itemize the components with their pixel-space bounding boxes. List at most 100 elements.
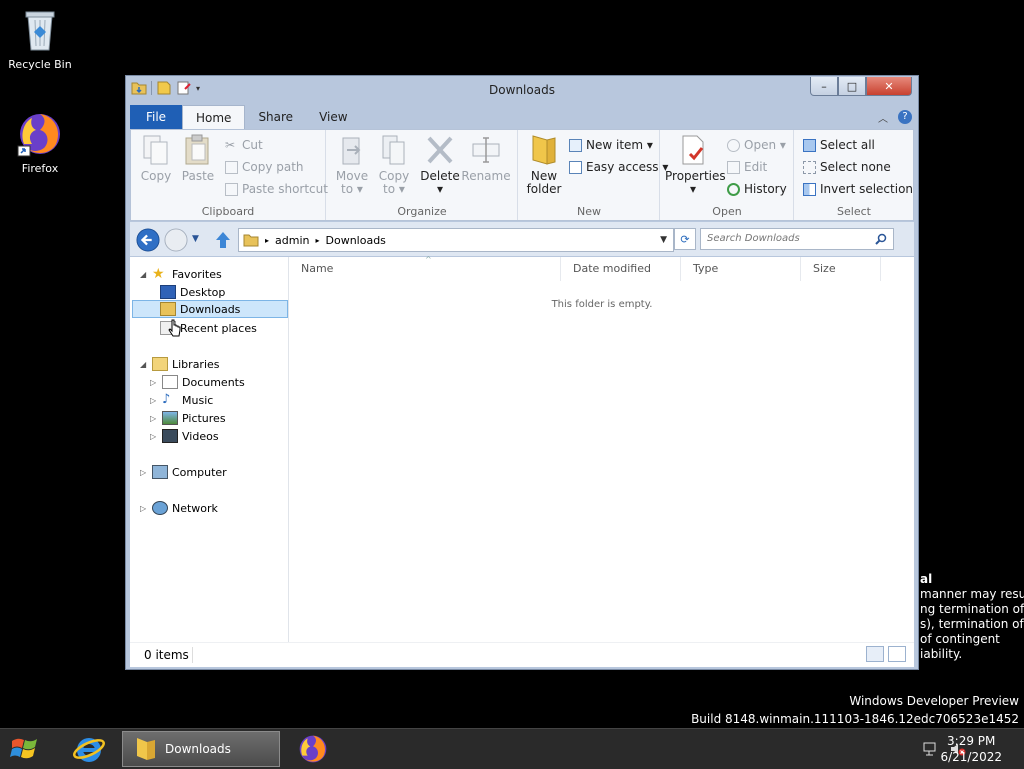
- nav-music[interactable]: ▷ ♪ Music: [150, 391, 213, 409]
- collapse-triangle-icon[interactable]: ◢: [140, 360, 148, 369]
- title-bar[interactable]: ▾ Downloads – □ ✕: [126, 76, 918, 104]
- column-size[interactable]: Size: [801, 257, 881, 281]
- nav-computer[interactable]: ▷ Computer: [140, 463, 227, 481]
- up-arrow-icon[interactable]: [214, 230, 232, 250]
- taskbar: Downloads 3:29 PM 6/21/2022: [0, 728, 1024, 769]
- nav-desktop[interactable]: Desktop: [160, 283, 225, 301]
- new-item-label: New item ▾: [586, 138, 653, 152]
- content-area: ◢ ★ Favorites Desktop Downloads Recent p…: [130, 255, 914, 642]
- tab-home[interactable]: Home: [182, 105, 246, 129]
- search-input[interactable]: Search Downloads: [700, 228, 894, 250]
- open-button[interactable]: Open ▾: [727, 138, 786, 152]
- recycle-bin-shortcut[interactable]: Recycle Bin: [0, 6, 80, 71]
- rename-button[interactable]: Rename: [461, 134, 511, 183]
- copy-button[interactable]: Copy: [135, 134, 177, 183]
- watermark-line: Windows Developer Preview: [849, 694, 1019, 708]
- help-icon[interactable]: ?: [898, 110, 912, 124]
- copy-path-label: Copy path: [242, 160, 304, 174]
- navigation-bar: ▼ ▸ admin ▸ Downloads ▼ ⟳ Search Downloa…: [130, 222, 914, 256]
- edit-button[interactable]: Edit: [727, 160, 767, 174]
- properties-button[interactable]: Properties ▾: [665, 134, 726, 196]
- ribbon: Copy Paste ✂ Cut Copy path Paste shortcu…: [130, 129, 914, 221]
- tab-share[interactable]: Share: [245, 105, 306, 129]
- new-item-icon: [569, 138, 582, 152]
- invert-selection-icon: [803, 182, 816, 196]
- minimize-button[interactable]: –: [810, 77, 838, 96]
- recycle-bin-label: Recycle Bin: [8, 58, 72, 71]
- explorer-window: ▾ Downloads – □ ✕ File Home Share View ︿…: [125, 75, 919, 670]
- expand-triangle-icon[interactable]: ▷: [150, 414, 158, 423]
- expand-triangle-icon[interactable]: ▷: [150, 432, 158, 441]
- select-all-label: Select all: [820, 138, 875, 152]
- open-group: Properties ▾ Open ▾ Edit History Open: [661, 130, 794, 220]
- firefox-taskbar-icon[interactable]: [296, 733, 330, 765]
- organize-group: Move to ▾ Copy to ▾ Delete ▾ Rename Orga…: [327, 130, 518, 220]
- refresh-button[interactable]: ⟳: [674, 228, 696, 250]
- windows-start-icon[interactable]: [10, 735, 40, 763]
- recent-pages-dropdown-icon[interactable]: ▼: [192, 234, 199, 244]
- paste-shortcut-button[interactable]: Paste shortcut: [225, 182, 328, 196]
- large-icons-view-button[interactable]: [888, 646, 906, 662]
- scissors-icon: ✂: [225, 137, 236, 152]
- nav-videos[interactable]: ▷ Videos: [150, 427, 219, 445]
- column-date-modified[interactable]: Date modified: [561, 257, 681, 281]
- breadcrumb-admin[interactable]: admin: [275, 234, 309, 247]
- forward-arrow-icon[interactable]: [164, 228, 188, 252]
- select-all-button[interactable]: Select all: [803, 138, 875, 152]
- nav-favorites[interactable]: ◢ ★ Favorites: [140, 265, 222, 283]
- history-icon: [727, 182, 740, 196]
- network-status-icon[interactable]: [922, 741, 938, 757]
- expand-triangle-icon[interactable]: ▷: [140, 504, 148, 513]
- nav-libraries[interactable]: ◢ Libraries: [140, 355, 220, 373]
- history-label: History: [744, 182, 787, 196]
- bg-line: of contingent: [920, 632, 1000, 646]
- address-dropdown-icon[interactable]: ▼: [660, 235, 667, 245]
- nav-pictures-label: Pictures: [182, 411, 226, 425]
- new-folder-icon: [532, 135, 556, 165]
- expand-triangle-icon[interactable]: ▷: [150, 378, 158, 387]
- address-bar[interactable]: ▸ admin ▸ Downloads ▼: [238, 228, 674, 252]
- taskbar-explorer-button[interactable]: Downloads: [122, 731, 280, 767]
- column-type[interactable]: Type: [681, 257, 801, 281]
- paste-button[interactable]: Paste: [177, 134, 219, 183]
- back-arrow-icon[interactable]: [136, 228, 160, 252]
- easy-access-button[interactable]: Easy access ▾: [569, 160, 668, 174]
- firefox-shortcut[interactable]: Firefox: [0, 110, 80, 175]
- close-button[interactable]: ✕: [866, 77, 912, 96]
- firefox-icon: [17, 114, 60, 157]
- expand-triangle-icon[interactable]: ▷: [150, 396, 158, 405]
- properties-label: Properties: [665, 169, 726, 183]
- invert-selection-button[interactable]: Invert selection: [803, 182, 913, 196]
- select-none-button[interactable]: Select none: [803, 160, 891, 174]
- copy-path-button[interactable]: Copy path: [225, 160, 304, 174]
- breadcrumb-separator-icon[interactable]: ▸: [265, 236, 269, 245]
- nav-downloads[interactable]: Downloads: [132, 300, 288, 318]
- copy-path-icon: [225, 160, 238, 174]
- maximize-button[interactable]: □: [838, 77, 866, 96]
- cut-button[interactable]: ✂ Cut: [225, 138, 263, 152]
- nav-network-label: Network: [172, 501, 218, 515]
- history-button[interactable]: History: [727, 182, 787, 196]
- delete-button[interactable]: Delete ▾: [419, 134, 461, 196]
- expand-triangle-icon[interactable]: ▷: [140, 468, 148, 477]
- ribbon-collapse-icon[interactable]: ︿: [878, 110, 888, 125]
- tab-view[interactable]: View: [306, 105, 360, 129]
- tab-file[interactable]: File: [130, 105, 182, 129]
- item-count: 0 items: [144, 648, 189, 662]
- move-to-button[interactable]: Move to ▾: [331, 134, 373, 196]
- new-item-button[interactable]: New item ▾: [569, 138, 653, 152]
- copy-to-button[interactable]: Copy to ▾: [373, 134, 415, 196]
- nav-documents[interactable]: ▷ Documents: [150, 373, 245, 391]
- breadcrumb-downloads[interactable]: Downloads: [326, 234, 386, 247]
- documents-icon: [162, 375, 178, 389]
- clock[interactable]: 3:29 PM 6/21/2022: [940, 733, 1002, 765]
- recycle-bin-icon: [25, 11, 55, 51]
- collapse-triangle-icon[interactable]: ◢: [140, 270, 148, 279]
- breadcrumb-separator-icon[interactable]: ▸: [315, 236, 319, 245]
- new-folder-button[interactable]: New folder: [523, 134, 565, 196]
- internet-explorer-icon[interactable]: [72, 733, 106, 765]
- properties-label-2: ▾: [689, 182, 697, 196]
- nav-pictures[interactable]: ▷ Pictures: [150, 409, 226, 427]
- details-view-button[interactable]: [866, 646, 884, 662]
- nav-network[interactable]: ▷ Network: [140, 499, 218, 517]
